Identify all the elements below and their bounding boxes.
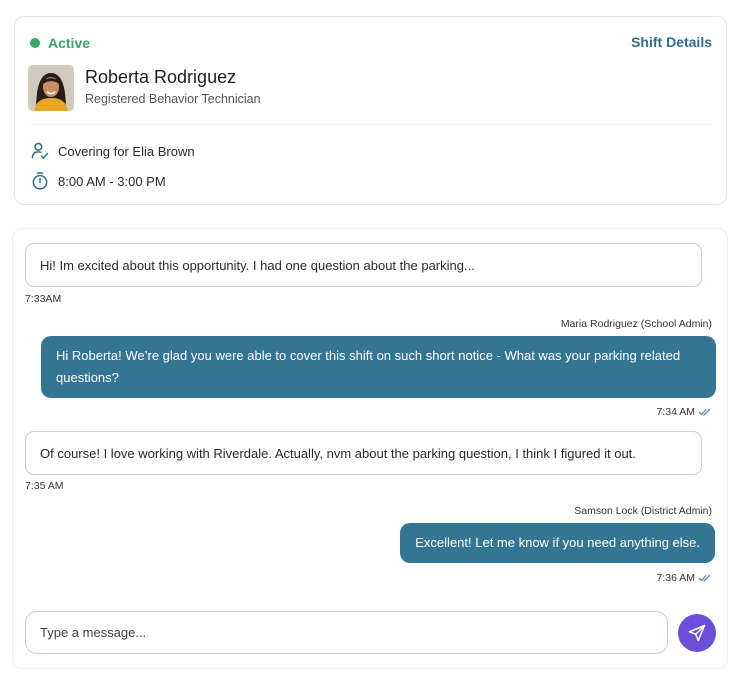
status-dot	[30, 38, 40, 48]
message-bubble-incoming: Hi! Im excited about this opportunity. I…	[25, 243, 702, 287]
message-time: 7:35 AM	[25, 480, 64, 492]
message-bubble-outgoing: Hi Roberta! We’re glad you were able to …	[41, 336, 716, 398]
message-meta: 7:36 AM	[656, 572, 712, 584]
message-sender: Maria Rodriguez (School Admin)	[560, 318, 712, 330]
user-check-icon	[31, 142, 49, 159]
message-text: Hi Roberta! We’re glad you were able to …	[56, 348, 681, 385]
double-check-icon	[698, 574, 711, 582]
message-time: 7:34 AM	[656, 406, 695, 418]
covering-row: Covering for Elia Brown	[30, 141, 195, 161]
hours-row: 8:00 AM - 3:00 PM	[30, 171, 166, 191]
worker-role: Registered Behavior Technician	[85, 92, 261, 106]
message-time: 7:36 AM	[656, 572, 695, 584]
double-check-icon	[698, 408, 711, 416]
send-button[interactable]	[678, 614, 716, 652]
message-bubble-incoming: Of course! I love working with Riverdale…	[25, 431, 702, 475]
message-text: Hi! Im excited about this opportunity. I…	[40, 257, 475, 273]
send-icon	[688, 624, 706, 642]
status-indicator: Active	[30, 35, 90, 51]
chat-panel: Hi! Im excited about this opportunity. I…	[12, 228, 728, 669]
shift-card: Active Shift Details Roberta Rodriguez R…	[14, 16, 727, 205]
message-sender: Samson Lock (District Admin)	[574, 505, 712, 517]
hours-text: 8:00 AM - 3:00 PM	[58, 173, 166, 189]
worker-name: Roberta Rodriguez	[85, 67, 237, 87]
message-time: 7:33AM	[25, 293, 62, 305]
message-meta: 7:34 AM	[656, 406, 712, 418]
avatar-portrait	[28, 65, 74, 111]
covering-text: Covering for Elia Brown	[58, 143, 195, 159]
message-bubble-outgoing: Excellent! Let me know if you need anyth…	[400, 523, 715, 563]
message-text: Excellent! Let me know if you need anyth…	[415, 535, 700, 550]
divider	[30, 124, 712, 125]
message-text: Of course! I love working with Riverdale…	[40, 445, 636, 461]
avatar	[28, 65, 74, 111]
stopwatch-icon	[32, 172, 48, 190]
shift-details-link[interactable]: Shift Details	[631, 34, 712, 50]
message-input[interactable]	[25, 611, 668, 654]
status-label: Active	[48, 35, 91, 51]
